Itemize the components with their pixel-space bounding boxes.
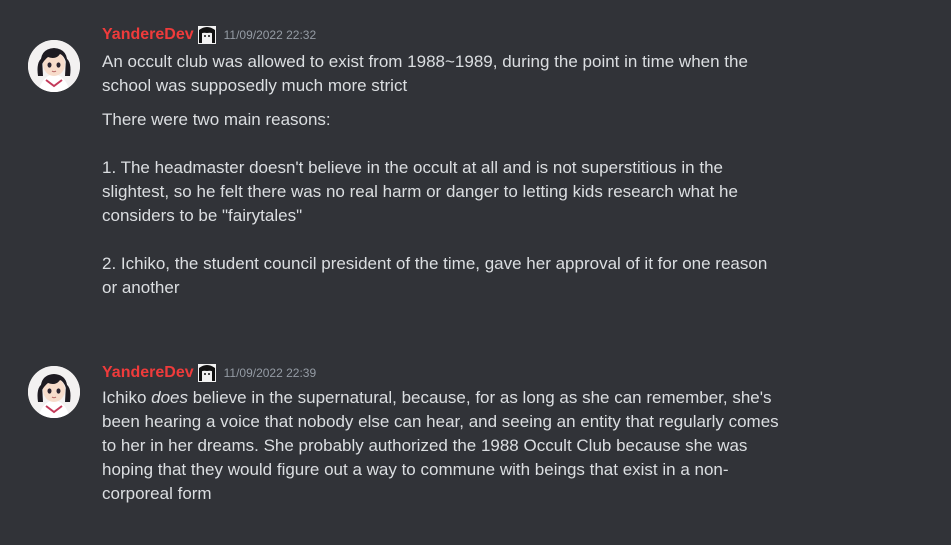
- role-badge-icon[interactable]: [197, 364, 216, 382]
- message-content: YandereDev 11/09/2022 22:39 Ichiko does …: [102, 360, 912, 506]
- anime-girl-avatar-icon: [28, 366, 80, 418]
- chat-messages: YandereDev 11/09/2022 22:32 An occult cl…: [0, 0, 951, 545]
- timestamp: 11/09/2022 22:32: [223, 28, 317, 42]
- message-paragraph: There were two main reasons: 1. The head…: [102, 110, 768, 297]
- user-avatar[interactable]: [28, 366, 80, 418]
- username[interactable]: YandereDev: [102, 363, 194, 383]
- message-text: believe in the supernatural, because, fo…: [102, 388, 779, 503]
- message-content: YandereDev 11/09/2022 22:32 An occult cl…: [102, 22, 912, 300]
- user-avatar[interactable]: [28, 40, 80, 92]
- message-text: Ichiko: [102, 388, 152, 407]
- role-badge-icon[interactable]: [197, 26, 216, 44]
- message: YandereDev 11/09/2022 22:32 An occult cl…: [0, 22, 951, 342]
- username[interactable]: YandereDev: [102, 25, 194, 45]
- emphasized-text: does: [151, 388, 189, 407]
- message-paragraph: An occult club was allowed to exist from…: [102, 52, 748, 95]
- message-paragraph: Ichiko does believe in the supernatural,…: [102, 386, 912, 506]
- message: YandereDev 11/09/2022 22:39 Ichiko does …: [0, 360, 951, 540]
- message-header: YandereDev 11/09/2022 22:32: [102, 24, 912, 46]
- anime-girl-avatar-icon: [28, 40, 80, 92]
- timestamp: 11/09/2022 22:39: [223, 366, 317, 380]
- message-header: YandereDev 11/09/2022 22:39: [102, 362, 912, 384]
